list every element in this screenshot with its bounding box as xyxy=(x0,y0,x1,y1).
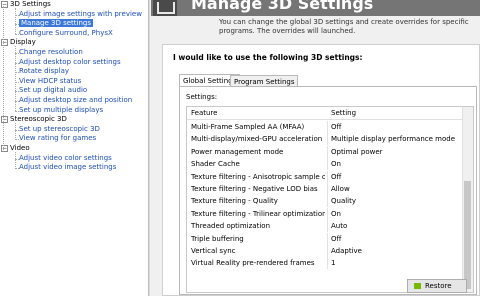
nav-item-label: Configure Surround, PhysX xyxy=(19,28,113,37)
page-title: Manage 3D Settings xyxy=(191,0,374,13)
nav-item-label: Adjust video color settings xyxy=(19,153,112,162)
settings-grid: Feature Setting Multi-Frame Sampled AA (… xyxy=(186,106,474,293)
settings-row[interactable]: Power management mode Optimal power xyxy=(187,145,463,158)
nav-item-label: Rotate display xyxy=(19,67,69,76)
settings-row[interactable]: Multi-Frame Sampled AA (MFAA) Off xyxy=(187,121,463,133)
settings-row[interactable]: Virtual Reality pre-rendered frames 1 xyxy=(187,257,463,270)
navigation-tree: −3D Settings Adjust image settings with p… xyxy=(0,0,148,296)
settings-label: Settings: xyxy=(186,93,218,101)
setting-cell[interactable]: Off xyxy=(331,233,461,245)
nav-item[interactable]: Set up multiple displays xyxy=(19,106,103,115)
grid-header-row: Feature Setting xyxy=(187,107,463,120)
content-pane: Manage 3D Settings You can change the gl… xyxy=(151,0,480,296)
feature-cell: Texture filtering - Quality xyxy=(191,197,278,206)
nvidia-3d-icon xyxy=(153,0,177,16)
settings-row[interactable]: Texture filtering - Negative LOD bias All… xyxy=(187,183,463,195)
nav-item[interactable]: Adjust image settings with preview xyxy=(19,10,142,19)
nav-item[interactable]: Rotate display xyxy=(19,67,69,76)
column-header-feature[interactable]: Feature xyxy=(191,107,325,119)
nav-category-label: Stereoscopic 3D xyxy=(10,115,67,124)
setting-cell[interactable]: On xyxy=(331,208,461,220)
setting-cell[interactable]: Quality xyxy=(331,195,461,207)
setting-cell[interactable]: Auto xyxy=(331,220,461,232)
nav-item-label: Adjust video image settings xyxy=(19,163,117,172)
nav-item-label: Adjust desktop size and position xyxy=(19,96,133,104)
nvidia-logo-icon xyxy=(414,283,421,289)
nav-item[interactable]: Adjust desktop color settings xyxy=(19,58,121,67)
nav-item-label: Set up stereoscopic 3D xyxy=(19,124,100,133)
setting-cell[interactable]: Off xyxy=(331,121,461,133)
settings-row[interactable]: Texture filtering - Anisotropic sample o… xyxy=(187,170,463,183)
nav-item[interactable]: Adjust video image settings xyxy=(19,163,116,172)
nav-item-label: Adjust desktop color settings xyxy=(19,57,121,66)
grid-scrollbar[interactable] xyxy=(462,107,473,292)
setting-cell[interactable]: Off xyxy=(331,171,461,183)
settings-panel: I would like to use the following 3D set… xyxy=(162,44,480,296)
nav-item-label: Manage 3D settings xyxy=(19,19,94,28)
setting-cell[interactable]: On xyxy=(331,158,461,170)
tab-body: Settings: Feature Setting Multi-Frame Sa… xyxy=(179,86,477,295)
feature-cell: Shader Cache xyxy=(191,160,240,169)
scrollbar-thumb[interactable] xyxy=(464,181,471,289)
setting-cell[interactable]: 1 xyxy=(331,257,461,269)
feature-cell: Texture filtering - Negative LOD bias xyxy=(191,185,318,193)
feature-cell: Threaded optimization xyxy=(191,222,271,231)
restore-button[interactable]: Restore xyxy=(407,279,467,293)
nav-item-label: View rating for games xyxy=(19,134,97,143)
nav-item-label: Adjust image settings with preview xyxy=(19,9,142,18)
nav-category-1[interactable]: − Display xyxy=(1,38,36,47)
nav-item[interactable]: Adjust video color settings xyxy=(19,154,112,163)
nav-category-2[interactable]: − Stereoscopic 3D xyxy=(1,115,67,124)
settings-row[interactable]: Texture filtering - Trilinear optimizati… xyxy=(187,207,463,220)
nav-category-label: Display xyxy=(10,38,36,47)
nav-item[interactable]: Set up digital audio xyxy=(19,86,87,95)
feature-cell: Power management mode xyxy=(191,147,284,156)
setting-cell[interactable]: Allow xyxy=(331,183,461,195)
setting-cell[interactable]: Adaptive xyxy=(331,245,461,257)
nav-item-label: Set up digital audio xyxy=(19,86,88,95)
settings-row[interactable]: Texture filtering - Quality Quality xyxy=(187,195,463,208)
nav-item[interactable]: Set up stereoscopic 3D xyxy=(19,125,100,134)
settings-row[interactable]: Threaded optimization Auto xyxy=(187,220,463,233)
feature-cell: Vertical sync xyxy=(191,247,236,255)
nav-category-label: Video xyxy=(10,144,30,152)
nav-item-label: Change resolution xyxy=(19,48,83,56)
feature-cell: Multi-display/mixed-GPU acceleration xyxy=(191,135,323,144)
nav-item[interactable]: Configure Surround, PhysX xyxy=(19,29,113,38)
feature-cell: Virtual Reality pre-rendered frames xyxy=(191,259,315,268)
page-header: Manage 3D Settings xyxy=(151,0,480,16)
settings-row[interactable]: Multi-display/mixed-GPU acceleration Mult… xyxy=(187,133,463,146)
nav-item[interactable]: Change resolution xyxy=(19,48,83,57)
feature-cell: Texture filtering - Anisotropic sample o… xyxy=(191,172,325,181)
settings-row[interactable]: Triple buffering Off xyxy=(187,232,463,245)
column-header-setting[interactable]: Setting xyxy=(331,107,461,119)
nav-item-label: Set up multiple displays xyxy=(19,105,104,114)
feature-cell: Multi-Frame Sampled AA (MFAA) xyxy=(191,123,305,131)
settings-row[interactable]: Vertical sync Adaptive xyxy=(187,245,463,257)
feature-cell: Triple buffering xyxy=(191,234,244,243)
nav-item[interactable]: Manage 3D settings xyxy=(19,19,94,28)
page-description: You can change the global 3D settings an… xyxy=(219,18,469,35)
nav-item[interactable]: View HDCP status xyxy=(19,77,81,86)
nav-category-label: 3D Settings xyxy=(10,0,51,8)
setting-cell[interactable]: Multiple display performance mode xyxy=(331,133,461,145)
nav-item[interactable]: Adjust desktop size and position xyxy=(19,96,132,105)
nav-category-0[interactable]: −3D Settings xyxy=(1,0,51,9)
nav-item-label: View HDCP status xyxy=(19,76,82,85)
nav-item[interactable]: View rating for games xyxy=(19,134,96,143)
restore-label: Restore xyxy=(425,282,452,290)
settings-question: I would like to use the following 3D set… xyxy=(173,53,363,62)
settings-row[interactable]: Shader Cache On xyxy=(187,158,463,171)
feature-cell: Texture filtering - Trilinear optimizati… xyxy=(191,209,325,218)
nav-category-3[interactable]: − Video xyxy=(1,144,30,153)
setting-cell[interactable]: Optimal power xyxy=(331,146,461,158)
